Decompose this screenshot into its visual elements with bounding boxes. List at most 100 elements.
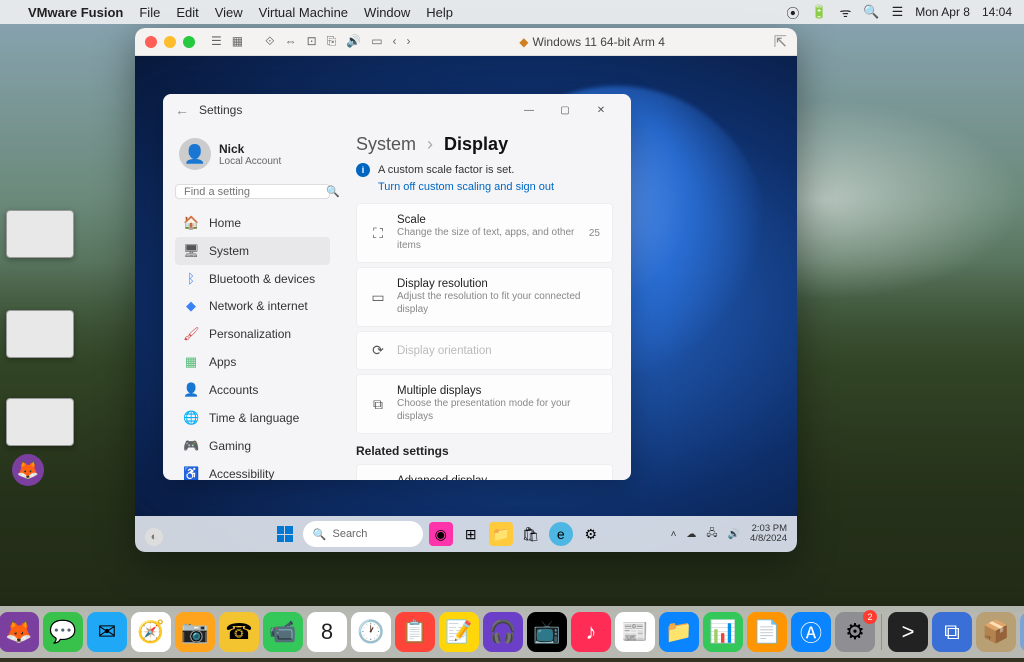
dock-messages-icon[interactable]: 💬 [43, 612, 83, 652]
wifi-icon[interactable]: ᯤ [840, 3, 852, 21]
win-settings-titlebar[interactable]: ← Settings — ▢ ✕ [163, 94, 631, 126]
dock-photos-icon[interactable]: 📷 [175, 612, 215, 652]
taskbar-store-icon[interactable]: 🛍 [519, 522, 543, 546]
mission-control-thumb-3[interactable] [6, 398, 74, 446]
vmware-tools-icon[interactable]: ◐ [145, 528, 163, 546]
vm-toolbar-popout-icon[interactable]: ⇱ [774, 32, 787, 52]
dock-music-icon[interactable]: ♪ [571, 612, 611, 652]
menu-file[interactable]: File [139, 5, 160, 20]
multiple-displays-card[interactable]: ⧉ Multiple displays Choose the presentat… [356, 374, 613, 434]
dock-facetime-icon[interactable]: 📹 [263, 612, 303, 652]
search-input[interactable] [184, 186, 326, 198]
taskbar-explorer-icon[interactable]: 📁 [489, 522, 513, 546]
tray-volume-icon[interactable]: 🔊 [728, 529, 740, 540]
sidebar-item-apps[interactable]: ▦Apps [175, 348, 330, 376]
menu-view[interactable]: View [215, 5, 243, 20]
minimize-window-icon[interactable] [164, 36, 176, 48]
taskbar-clock[interactable]: 2:03 PM 4/8/2024 [750, 524, 787, 545]
dock-terminal-icon[interactable]: > [888, 612, 928, 652]
spotlight-icon[interactable]: 🔍 [863, 4, 879, 20]
tray-cloud-icon[interactable]: ☁ [686, 529, 696, 540]
sidebar-item-network-internet[interactable]: ◆Network & internet [175, 292, 330, 320]
sidebar-item-personalization[interactable]: 🖌Personalization [175, 320, 330, 348]
dock-vmware-icon[interactable]: ⧉ [932, 612, 972, 652]
dock-numbers-icon[interactable]: 📊 [703, 612, 743, 652]
turn-off-scaling-link[interactable]: Turn off custom scaling and sign out [378, 181, 613, 193]
dock-settings-icon[interactable]: ⚙2 [835, 612, 875, 652]
control-center-icon[interactable]: ☰ [892, 4, 904, 20]
dock-contacts-icon[interactable]: ☎ [219, 612, 259, 652]
breadcrumb-parent[interactable]: System [356, 134, 416, 154]
scale-value[interactable]: 25 [589, 228, 600, 239]
dock-notes-icon[interactable]: 📝 [439, 612, 479, 652]
vm-toolbar-tool5-icon[interactable]: 🔊 [346, 34, 361, 49]
dock-reminders-icon[interactable]: 📋 [395, 612, 435, 652]
advanced-display-card[interactable]: 🖵 Advanced display Display information, … [356, 464, 613, 480]
menu-edit[interactable]: Edit [176, 5, 198, 20]
nav-label: Apps [209, 355, 236, 369]
user-profile[interactable]: 👤 Nick Local Account [175, 134, 330, 180]
taskbar-settings-icon[interactable]: ⚙ [579, 522, 603, 546]
dock-pages-icon[interactable]: 📄 [747, 612, 787, 652]
taskbar-taskview-icon[interactable]: ⊞ [459, 522, 483, 546]
dock-clock-icon[interactable]: 🕐 [351, 612, 391, 652]
dock-folder2-icon[interactable]: 📂 [1020, 612, 1024, 652]
dock-folder1-icon[interactable]: 📦 [976, 612, 1016, 652]
sidebar-item-accessibility[interactable]: ♿Accessibility [175, 460, 330, 480]
sidebar-item-gaming[interactable]: 🎮Gaming [175, 432, 330, 460]
taskbar-copilot-icon[interactable]: ◉ [429, 522, 453, 546]
maximize-button[interactable]: ▢ [547, 96, 583, 124]
scale-card[interactable]: ⛶ Scale Change the size of text, apps, a… [356, 203, 613, 263]
taskbar-edge-icon[interactable]: e [549, 522, 573, 546]
dock-news-icon[interactable]: 📰 [615, 612, 655, 652]
tray-network-icon[interactable]: 🖧 [706, 526, 717, 543]
menu-virtual-machine[interactable]: Virtual Machine [259, 5, 348, 20]
dock-firefox-icon[interactable]: 🦊 [0, 612, 39, 652]
vm-toolbar-sidebar-icon[interactable]: ☰ [211, 34, 222, 49]
settings-search[interactable]: 🔍 [175, 184, 330, 199]
vm-toolbar-tool6-icon[interactable]: ▭ [371, 34, 382, 49]
dock-firefox-minimized[interactable]: 🦊 [12, 454, 44, 486]
vm-toolbar-back-icon[interactable]: ‹ [393, 34, 397, 49]
sidebar-item-system[interactable]: 🖥System [175, 237, 330, 265]
sidebar-item-home[interactable]: 🏠Home [175, 209, 330, 237]
start-button[interactable] [273, 522, 297, 546]
menu-help[interactable]: Help [426, 5, 453, 20]
sidebar-item-time-language[interactable]: 🌐Time & language [175, 404, 330, 432]
vm-toolbar-tool2-icon[interactable]: ⇔ [285, 34, 297, 49]
dock-podcasts-icon[interactable]: 🎧 [483, 612, 523, 652]
fullscreen-window-icon[interactable] [183, 36, 195, 48]
vm-toolbar-fwd-icon[interactable]: › [407, 34, 411, 49]
nav-label: Accessibility [209, 467, 274, 480]
mission-control-thumb-2[interactable] [6, 310, 74, 358]
vm-toolbar-tool4-icon[interactable]: ⎘ [327, 34, 337, 49]
menu-window[interactable]: Window [364, 5, 410, 20]
dock-mail-icon[interactable]: ✉ [87, 612, 127, 652]
close-button[interactable]: ✕ [583, 96, 619, 124]
menubar-time[interactable]: 14:04 [982, 5, 1012, 19]
mission-control-thumb-1[interactable] [6, 210, 74, 258]
vm-toolbar-grid-icon[interactable]: ▦ [232, 34, 243, 49]
vmware-titlebar[interactable]: ☰ ▦ ⟐ ⇔ ⊡ ⎘ 🔊 ▭ ‹ › ◆Windows 11 64-bit A… [135, 28, 797, 56]
record-icon[interactable]: ⦿ [786, 3, 799, 22]
dock-calendar-icon[interactable]: 8 [307, 612, 347, 652]
menubar-day[interactable]: Mon Apr 8 [915, 5, 970, 19]
minimize-button[interactable]: — [511, 96, 547, 124]
dock-appstore-icon[interactable]: Ⓐ [791, 612, 831, 652]
sidebar-item-accounts[interactable]: 👤Accounts [175, 376, 330, 404]
advanced-display-icon: 🖵 [369, 479, 387, 480]
battery-icon[interactable]: 🔋 [811, 4, 827, 20]
close-window-icon[interactable] [145, 36, 157, 48]
vm-toolbar-tool3-icon[interactable]: ⊡ [307, 34, 317, 49]
dock-files-icon[interactable]: 📁 [659, 612, 699, 652]
vm-toolbar-tool1-icon[interactable]: ⟐ [265, 34, 274, 49]
menubar-app-name[interactable]: VMware Fusion [28, 5, 123, 20]
dock-safari-icon[interactable]: 🧭 [131, 612, 171, 652]
taskbar-search[interactable]: 🔍 Search [303, 521, 423, 547]
windows-desktop[interactable]: ← Settings — ▢ ✕ 👤 Nick Local Account [135, 56, 797, 552]
sidebar-item-bluetooth-devices[interactable]: ᛒBluetooth & devices [175, 265, 330, 292]
dock-appletv-icon[interactable]: 📺 [527, 612, 567, 652]
resolution-card[interactable]: ▭ Display resolution Adjust the resoluti… [356, 267, 613, 327]
back-arrow-icon[interactable]: ← [175, 102, 189, 118]
tray-chevron-icon[interactable]: ˄ [671, 529, 677, 540]
